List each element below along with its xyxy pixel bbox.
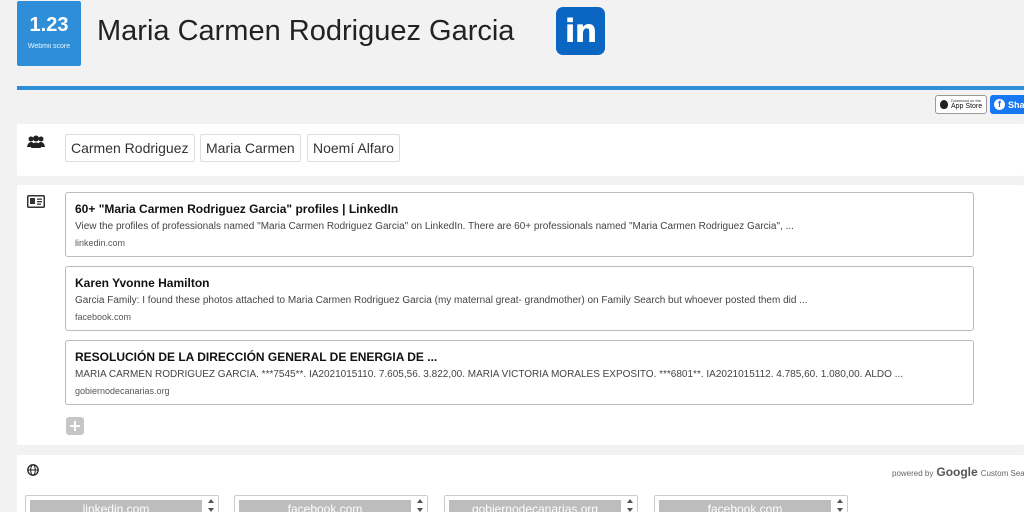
search-results-panel: 60+ "Maria Carmen Rodriguez Garcia" prof… (17, 185, 1024, 445)
score-label: Webmii score (27, 43, 71, 50)
page-title: Maria Carmen Rodriguez Garcia (97, 15, 515, 47)
linkedin-icon[interactable]: in (556, 7, 605, 55)
result-title[interactable]: 60+ "Maria Carmen Rodriguez Garcia" prof… (75, 202, 964, 216)
result-card[interactable]: RESOLUCIÓN DE LA DIRECCIÓN GENERAL DE EN… (65, 340, 974, 405)
name-chip[interactable]: Maria Carmen (200, 134, 301, 162)
google-logo: Google (936, 465, 978, 479)
powered-by-google: powered by Google Custom Sea (892, 465, 1024, 479)
powered-by-label: powered by (892, 469, 934, 478)
score-value: 1.23 (29, 14, 69, 36)
name-chip[interactable]: Noemí Alfaro (307, 134, 400, 162)
appstore-big-label: App Store (951, 103, 983, 110)
app-store-button[interactable]: Download on the App Store (935, 95, 987, 114)
source-label: facebook.com (239, 500, 411, 512)
source-scroll[interactable] (415, 499, 424, 512)
source-selector[interactable]: gobiernodecanarias.org (444, 495, 638, 512)
source-selector[interactable]: facebook.com (654, 495, 848, 512)
globe-icon (27, 464, 39, 476)
apple-icon (940, 100, 948, 109)
result-snippet: Garcia Family: I found these photos atta… (75, 295, 808, 306)
result-title[interactable]: Karen Yvonne Hamilton (75, 276, 964, 290)
id-card-icon (27, 195, 45, 208)
webmii-score-badge: 1.23 Webmii score (17, 1, 81, 66)
result-domain: facebook.com (75, 312, 132, 322)
name-chip[interactable]: Carmen Rodriguez (65, 134, 195, 162)
source-scroll[interactable] (835, 499, 844, 512)
result-snippet: MARIA CARMEN RODRIGUEZ GARCIA. ***7545**… (75, 369, 904, 380)
result-title[interactable]: RESOLUCIÓN DE LA DIRECCIÓN GENERAL DE EN… (75, 350, 964, 364)
result-snippet: View the profiles of professionals named… (75, 221, 794, 232)
share-label: Sha (1008, 99, 1024, 110)
result-domain: gobiernodecanarias.org (75, 386, 170, 396)
source-selector[interactable]: linkedin.com (25, 495, 219, 512)
result-card[interactable]: Karen Yvonne Hamilton Garcia Family: I f… (65, 266, 974, 331)
users-icon (27, 135, 45, 148)
source-label: linkedin.com (30, 500, 202, 512)
result-card[interactable]: 60+ "Maria Carmen Rodriguez Garcia" prof… (65, 192, 974, 257)
web-search-panel: powered by Google Custom Sea linkedin.co… (17, 455, 1024, 512)
add-more-button[interactable] (66, 417, 84, 435)
source-scroll[interactable] (206, 499, 215, 512)
related-names-panel: Carmen Rodriguez Maria Carmen Noemí Alfa… (17, 124, 1024, 176)
source-label: gobiernodecanarias.org (449, 500, 621, 512)
header-divider (17, 86, 1024, 90)
facebook-share-button[interactable]: f Sha (990, 95, 1024, 114)
result-domain: linkedin.com (75, 238, 126, 248)
source-label: facebook.com (659, 500, 831, 512)
source-selector[interactable]: facebook.com (234, 495, 428, 512)
facebook-icon: f (994, 99, 1005, 110)
custom-search-label: Custom Sea (980, 469, 1024, 478)
source-scroll[interactable] (625, 499, 634, 512)
